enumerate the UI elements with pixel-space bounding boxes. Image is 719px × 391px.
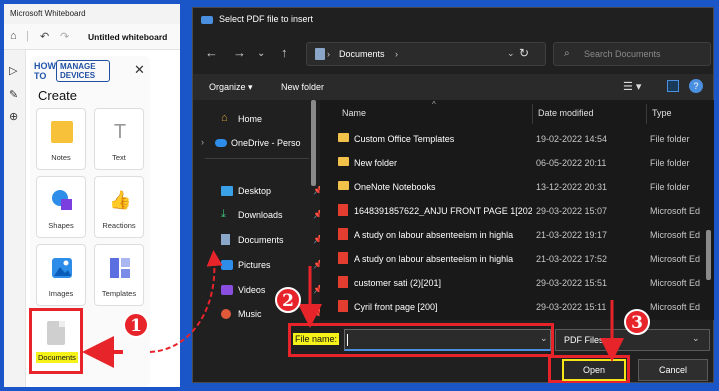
step-3-badge: 3 — [624, 309, 650, 335]
dashed-arrow — [149, 250, 223, 353]
step-2-badge: 2 — [275, 287, 301, 313]
annotation-arrows — [82, 250, 624, 368]
step-1-badge: 1 — [123, 312, 149, 338]
